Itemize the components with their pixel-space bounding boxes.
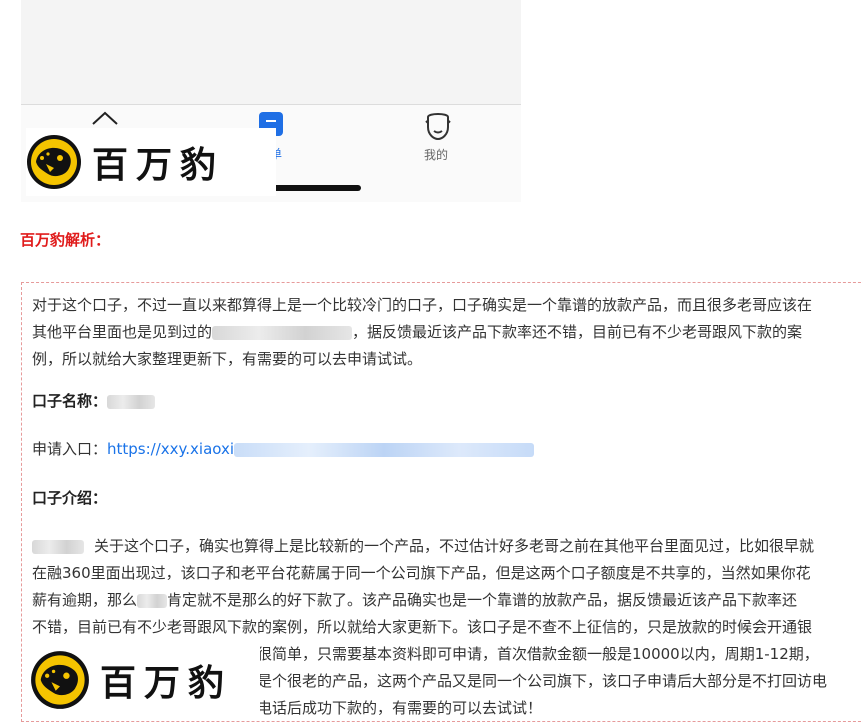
product-name-label: 口子名称： bbox=[32, 392, 108, 410]
tab-mine-label: 我的 bbox=[424, 148, 449, 162]
redacted-name-blur-3 bbox=[137, 593, 168, 608]
p1-line2: 其他平台里面也是见到过的 ，据反馈最近该产品下款率还不错，目前已有不少老哥跟风下款… bbox=[32, 323, 803, 341]
redacted-link-blur[interactable] bbox=[234, 442, 535, 457]
redacted-product-name bbox=[107, 394, 156, 409]
p2-line2: 在融360里面出现过，该口子和老平台花薪属于同一个公司旗下产品，但是这两个口子额… bbox=[32, 564, 811, 582]
redacted-name-blur-2 bbox=[32, 539, 84, 554]
leopard-logo-icon bbox=[31, 650, 89, 709]
p1-line3: 例，所以就给大家整理更新下，有需要的可以去申请试试。 bbox=[32, 350, 423, 368]
p2-line1: 关于这个口子，确实也算得上是比较新的一个产品，不过估计好多老哥之前在其他平台里面… bbox=[32, 533, 863, 560]
article-intro-paragraph: 对于这个口子，不过一直以来都算得上是一个比较冷门的口子，口子确实是一个靠谱的放款… bbox=[32, 292, 863, 373]
product-name-row: 口子名称： bbox=[32, 390, 156, 411]
p2-line3: 薪有逾期，那么 肯定就不是那么的好下款了。该产品确实也是一个靠谱的放款产品，据反馈… bbox=[32, 591, 798, 609]
p2-line4: 不错，目前已有不少老哥跟风下款的案例，所以就给大家更新下。该口子是不查不上征信的… bbox=[32, 618, 813, 636]
apply-entry-label: 申请入口： bbox=[32, 440, 108, 458]
leopard-logo-icon bbox=[27, 135, 81, 189]
home-indicator bbox=[268, 185, 361, 191]
p1-line1: 对于这个口子，不过一直以来都算得上是一个比较冷门的口子，口子确实是一个靠谱的放款… bbox=[32, 296, 813, 314]
user-face-icon bbox=[425, 113, 451, 141]
product-intro-label: 口子介绍： bbox=[32, 489, 108, 507]
watermark-logo-top: 百万豹 bbox=[26, 128, 276, 196]
apply-link[interactable]: https://xxy.xiaoxi bbox=[107, 440, 234, 458]
brand-name-text: 百万豹 bbox=[92, 144, 225, 186]
chevron-up-icon bbox=[92, 111, 118, 125]
section-title: 百万豹解析： bbox=[20, 231, 111, 249]
watermark-logo-bottom: 百万豹 bbox=[30, 642, 260, 717]
redacted-name-blur bbox=[212, 325, 353, 340]
apply-entry-row: 申请入口：https://xxy.xiaoxi bbox=[32, 438, 535, 459]
brand-name-text-bottom: 百万豹 bbox=[100, 661, 233, 704]
